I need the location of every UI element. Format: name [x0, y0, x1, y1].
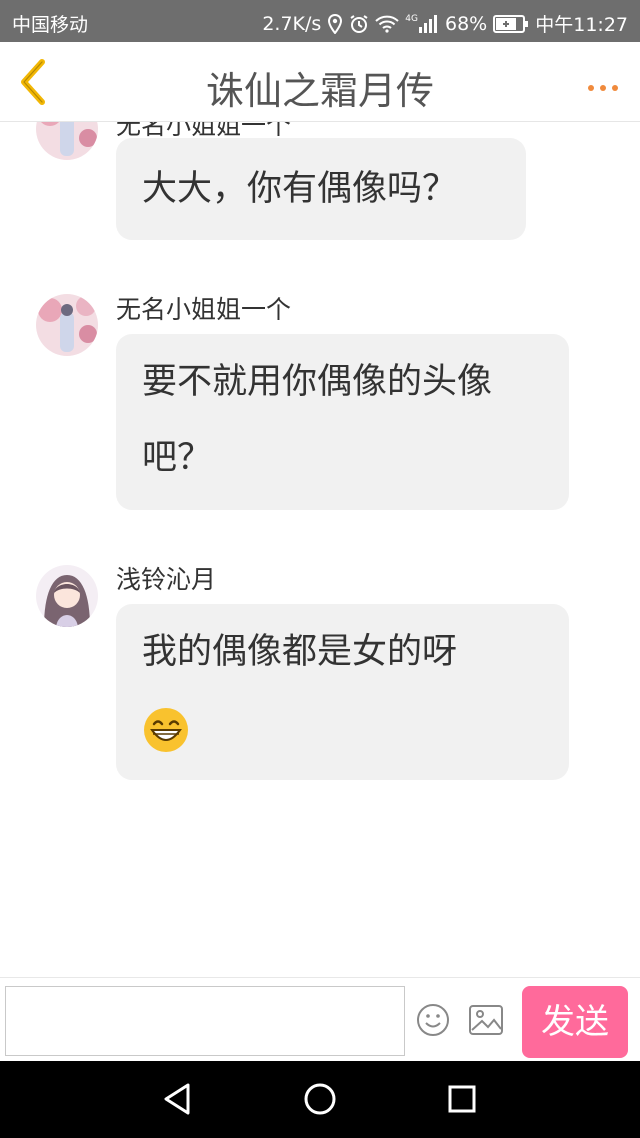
avatar[interactable]: [36, 294, 98, 356]
image-icon: [469, 1005, 503, 1035]
more-options-button[interactable]: [586, 78, 620, 91]
signal-icon: 4G: [405, 13, 439, 33]
nav-home-button[interactable]: [300, 1079, 340, 1119]
avatar-anime-girl-icon: [36, 565, 98, 627]
sender-name: 无名小姐姐一个: [116, 295, 292, 324]
square-recents-icon: [448, 1085, 476, 1113]
avatar[interactable]: [36, 565, 98, 627]
battery-icon: [493, 14, 529, 33]
network-speed: 2.7K/s: [262, 12, 322, 35]
message-text: 我的偶像都是女的呀: [142, 632, 458, 672]
grinning-face-emoji-icon: [142, 705, 190, 753]
send-button[interactable]: 发送: [522, 986, 628, 1058]
emoji-button[interactable]: [416, 1003, 450, 1037]
more-dots-icon: [588, 85, 618, 91]
message-bubble[interactable]: 我的偶像都是女的呀: [116, 604, 569, 780]
wifi-icon: [375, 15, 399, 33]
chat-header: 诛仙之霜月传: [0, 42, 640, 122]
location-icon: [327, 13, 343, 34]
status-right: 2.7K/s 4G 68% 中午11:27: [262, 10, 628, 37]
carrier-label: 中国移动: [12, 14, 89, 36]
network-type-label: 4G: [405, 13, 418, 24]
battery-percent: 68%: [445, 12, 488, 35]
smiley-icon: [417, 1004, 449, 1036]
avatar-pink-flowers-icon: [36, 294, 98, 356]
status-bar: 中国移动 2.7K/s 4G 68% 中午11:27: [0, 0, 640, 42]
input-bar: 发送: [0, 977, 640, 1061]
image-button[interactable]: [468, 1003, 504, 1037]
message-text: 大大，你有偶像吗？: [142, 169, 458, 209]
sender-name: 浅铃沁月: [116, 565, 217, 594]
message-bubble[interactable]: 大大，你有偶像吗？: [116, 138, 526, 240]
message-input[interactable]: [5, 986, 405, 1056]
page-title: 诛仙之霜月传: [205, 69, 434, 113]
system-nav-bar: [0, 1061, 640, 1138]
nav-back-button[interactable]: [158, 1079, 198, 1119]
nav-recents-button[interactable]: [442, 1079, 482, 1119]
triangle-back-icon: [164, 1083, 190, 1115]
message-text: 要不就用你偶像的头像吧？: [142, 362, 493, 478]
alarm-icon: [349, 14, 369, 34]
circle-home-icon: [304, 1083, 336, 1115]
clock-time: 中午11:27: [535, 14, 628, 36]
message-bubble[interactable]: 要不就用你偶像的头像吧？: [116, 334, 569, 510]
avatar-pink-flowers-icon: [36, 122, 98, 160]
avatar[interactable]: [36, 122, 98, 160]
message-list[interactable]: 无名小姐姐一个 大大，你有偶像吗？ 无名小姐姐一个 要不就用你偶像的头像吧？ 浅…: [0, 122, 640, 977]
